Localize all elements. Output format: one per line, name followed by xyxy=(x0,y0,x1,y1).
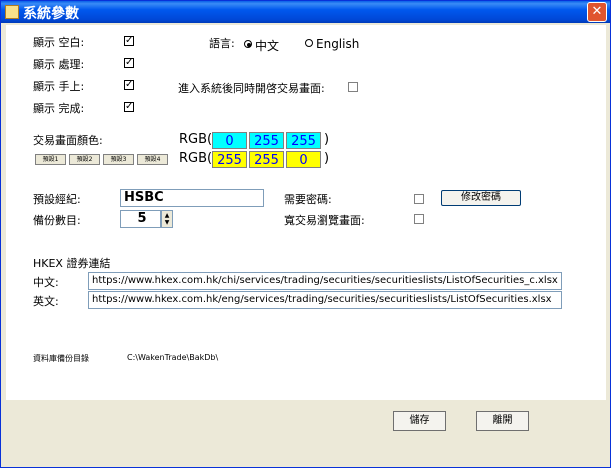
display-done-checkbox[interactable]: ✓ xyxy=(124,102,134,112)
spin-down-icon[interactable]: ▼ xyxy=(163,219,171,226)
preset-1-button[interactable]: 預設1 xyxy=(35,154,66,165)
rgb-suffix-2: ) xyxy=(324,151,330,166)
change-password-button[interactable]: 修改密碼 xyxy=(441,190,521,206)
password-required-label: 需要密碼: xyxy=(284,193,332,206)
title-bar[interactable]: 系統參數 ✕ xyxy=(1,1,610,23)
open-trade-screen-checkbox[interactable] xyxy=(348,82,358,92)
close-icon[interactable]: ✕ xyxy=(587,2,607,22)
backup-count-spinner[interactable]: ▲ ▼ xyxy=(161,210,173,228)
rgb-prefix-2: RGB( xyxy=(179,151,213,166)
display-empty-label: 顯示 空白: xyxy=(33,36,85,49)
backup-count-label: 備份數目: xyxy=(33,214,81,227)
hkex-title: HKEX 證券連結 xyxy=(33,257,111,270)
settings-panel: 顯示 空白: ✓ 顯示 處理: ✓ 顯示 手上: ✓ 顯示 完成: ✓ 語言: … xyxy=(6,25,606,400)
preset-3-button[interactable]: 預設3 xyxy=(103,154,134,165)
app-icon xyxy=(5,5,19,19)
broker-input[interactable]: HSBC xyxy=(120,189,264,207)
wide-view-checkbox[interactable] xyxy=(414,214,424,224)
rgb1-blue[interactable]: 255 xyxy=(286,132,321,149)
language-chinese-label[interactable]: 中文 xyxy=(255,37,279,54)
rgb2-blue[interactable]: 0 xyxy=(286,151,321,168)
display-holding-label: 顯示 手上: xyxy=(33,80,85,93)
spin-up-icon[interactable]: ▲ xyxy=(163,212,171,219)
backup-count-input[interactable]: 5 xyxy=(120,210,161,228)
wide-view-label: 寬交易瀏覽畫面: xyxy=(284,214,365,227)
rgb-suffix-1: ) xyxy=(324,132,330,147)
password-required-checkbox[interactable] xyxy=(414,194,424,204)
language-label: 語言: xyxy=(209,37,235,50)
window-title: 系統參數 xyxy=(23,6,79,22)
broker-label: 預設經紀: xyxy=(33,193,81,206)
save-button[interactable]: 儲存 xyxy=(393,411,446,431)
rgb1-green[interactable]: 255 xyxy=(249,132,284,149)
language-chinese-radio[interactable] xyxy=(244,40,252,48)
backup-dir-value: C:\WakenTrade\BakDb\ xyxy=(127,353,219,362)
language-english-label[interactable]: English xyxy=(316,37,359,51)
language-english-radio[interactable] xyxy=(305,39,313,47)
backup-dir-label: 資料庫備份目錄 xyxy=(33,354,89,363)
preset-2-button[interactable]: 預設2 xyxy=(69,154,100,165)
exit-button[interactable]: 離開 xyxy=(476,411,529,431)
display-processing-checkbox[interactable]: ✓ xyxy=(124,58,134,68)
hkex-chinese-url-input[interactable]: https://www.hkex.com.hk/chi/services/tra… xyxy=(88,272,562,290)
settings-window: 系統參數 ✕ 顯示 空白: ✓ 顯示 處理: ✓ 顯示 手上: ✓ 顯示 完成:… xyxy=(0,0,611,468)
rgb1-red[interactable]: 0 xyxy=(212,132,247,149)
rgb2-green[interactable]: 255 xyxy=(249,151,284,168)
display-done-label: 顯示 完成: xyxy=(33,102,85,115)
open-trade-screen-label: 進入系統後同時開啓交易畫面: xyxy=(178,82,325,95)
trade-color-label: 交易畫面顏色: xyxy=(33,134,103,147)
hkex-english-url-input[interactable]: https://www.hkex.com.hk/eng/services/tra… xyxy=(88,291,562,309)
rgb-prefix-1: RGB( xyxy=(179,132,213,147)
display-empty-checkbox[interactable]: ✓ xyxy=(124,36,134,46)
hkex-chinese-label: 中文: xyxy=(33,276,59,289)
preset-4-button[interactable]: 預設4 xyxy=(137,154,168,165)
hkex-english-label: 英文: xyxy=(33,295,59,308)
display-holding-checkbox[interactable]: ✓ xyxy=(124,80,134,90)
rgb2-red[interactable]: 255 xyxy=(212,151,247,168)
display-processing-label: 顯示 處理: xyxy=(33,58,85,71)
